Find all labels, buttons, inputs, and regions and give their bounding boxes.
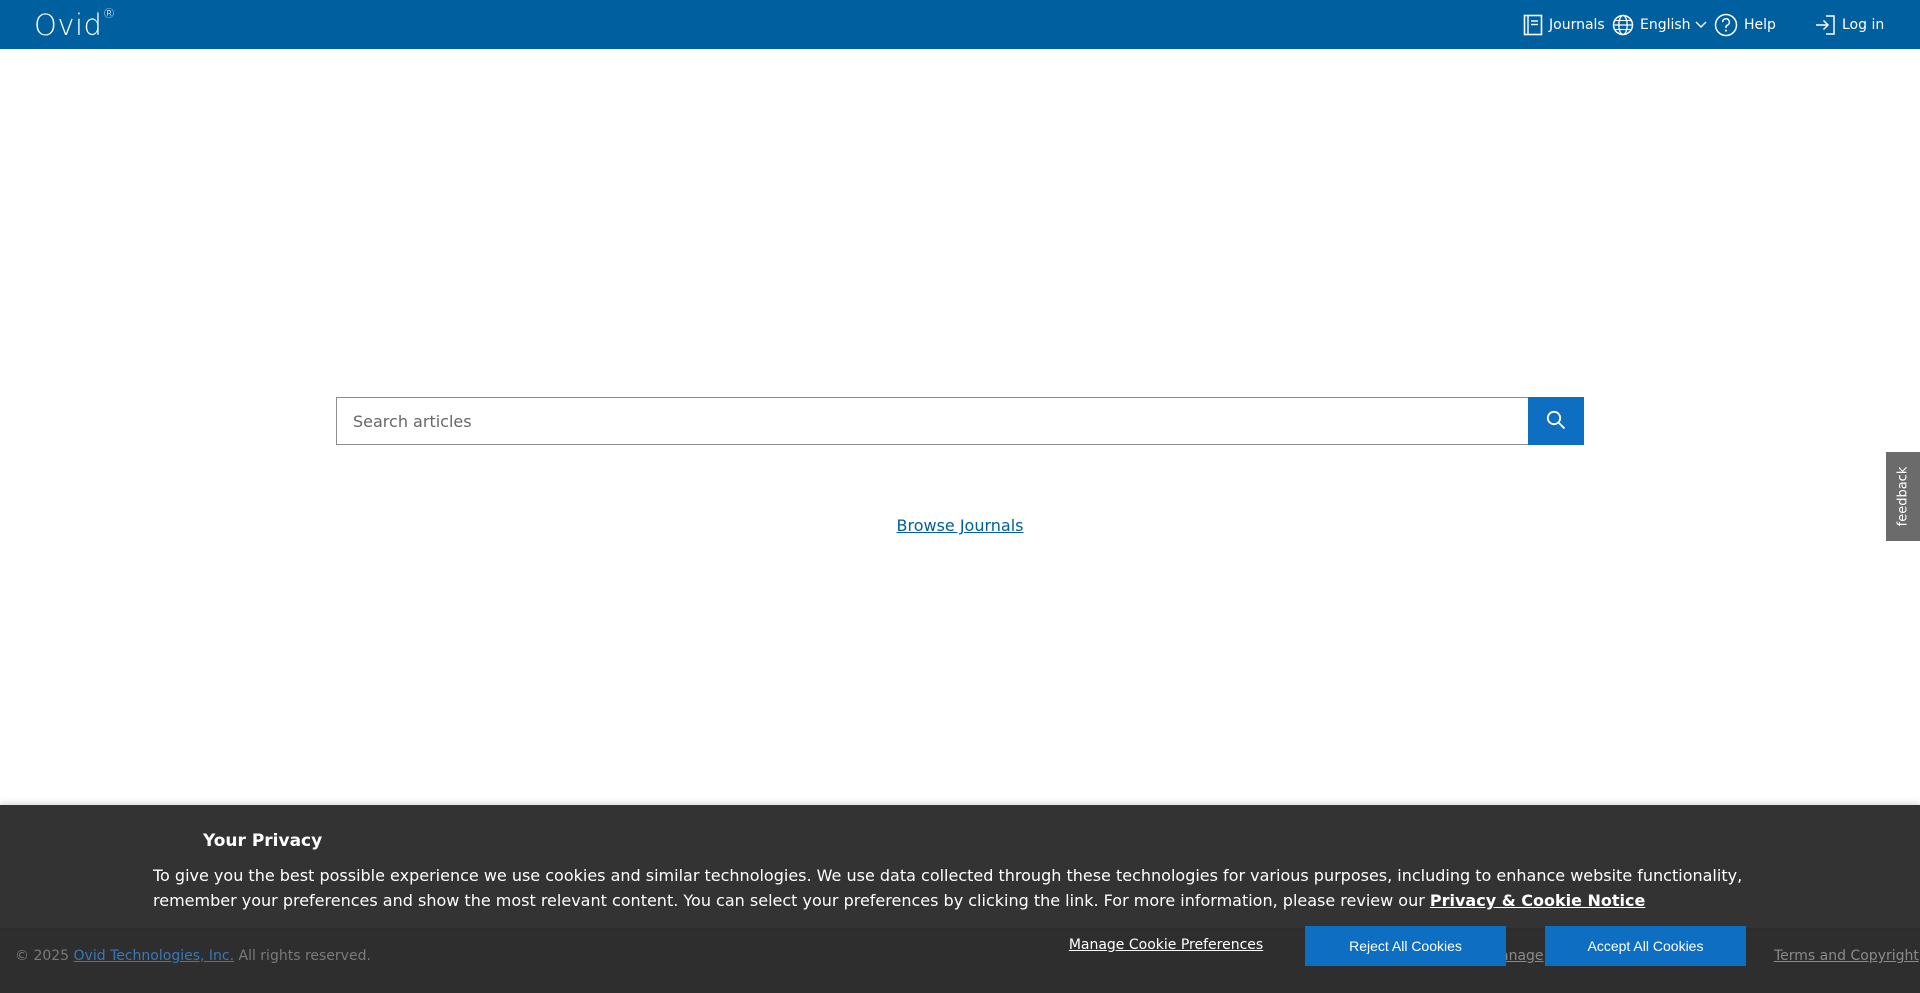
globe-icon	[1612, 14, 1634, 36]
language-label: English	[1640, 16, 1691, 33]
copyright-text: © 2025 Ovid Technologies, Inc. All right…	[15, 948, 371, 964]
registered-mark: ®	[102, 7, 116, 23]
browse-journals-container: Browse Journals	[0, 516, 1920, 535]
nav-help[interactable]: Help	[1714, 0, 1776, 49]
feedback-label: feedback	[1895, 466, 1911, 527]
ovid-logo[interactable]: Ovid®	[34, 7, 116, 42]
nav-help-label: Help	[1744, 16, 1776, 33]
search-icon	[1546, 410, 1566, 433]
terms-link[interactable]: Terms and Copyright	[1774, 948, 1919, 964]
browse-journals-link[interactable]: Browse Journals	[896, 516, 1023, 535]
nav-journals-label: Journals	[1549, 16, 1605, 33]
manage-cookie-preferences-button[interactable]: Manage Cookie Preferences	[1060, 925, 1272, 965]
logo-text: Ovid	[34, 8, 103, 42]
footer-manage-link[interactable]: anage	[1500, 948, 1544, 964]
search-input[interactable]	[337, 398, 1528, 444]
login-icon	[1814, 14, 1836, 36]
language-selector[interactable]: English	[1612, 0, 1707, 49]
accept-all-cookies-button[interactable]: Accept All Cookies	[1545, 926, 1746, 966]
search-button[interactable]	[1528, 397, 1584, 445]
copyright-prefix: © 2025	[15, 948, 74, 964]
journal-icon	[1523, 14, 1543, 36]
reject-all-cookies-button[interactable]: Reject All Cookies	[1305, 926, 1506, 966]
nav-login-label: Log in	[1842, 16, 1885, 33]
cookie-banner: Your Privacy To give you the best possib…	[0, 805, 1920, 928]
cookie-banner-title: Your Privacy	[203, 831, 323, 851]
feedback-tab[interactable]: feedback	[1886, 452, 1920, 541]
privacy-notice-link[interactable]: Privacy & Cookie Notice	[1430, 891, 1645, 910]
help-icon	[1714, 13, 1738, 37]
nav-journals[interactable]: Journals	[1523, 0, 1605, 49]
chevron-down-icon	[1695, 21, 1707, 29]
search-box	[336, 397, 1529, 445]
company-link[interactable]: Ovid Technologies, Inc.	[74, 948, 235, 964]
top-header: Ovid® Journals English Help Log in	[0, 0, 1920, 49]
nav-login[interactable]: Log in	[1814, 0, 1884, 49]
copyright-suffix: All rights reserved.	[234, 948, 371, 964]
cookie-banner-text: To give you the best possible experience…	[153, 863, 1753, 913]
